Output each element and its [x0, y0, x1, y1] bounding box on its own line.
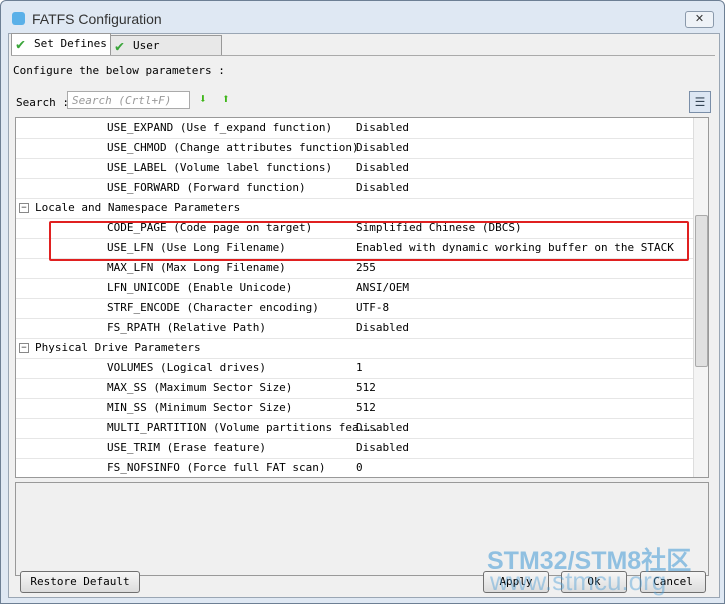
app-icon — [12, 12, 25, 25]
apply-button[interactable]: Apply — [483, 571, 549, 593]
parameter-name: VOLUMES (Logical drives) — [107, 361, 266, 374]
parameter-row[interactable]: USE_TRIM (Erase feature) Disabled — [16, 438, 694, 459]
intro-text: Configure the below parameters : — [13, 64, 225, 77]
parameter-name: USE_EXPAND (Use f_expand function) — [107, 121, 333, 134]
parameter-row[interactable]: FS_RPATH (Relative Path) Disabled — [16, 318, 694, 339]
dialog-window: FATFS Configuration ✕ ✔ Set Defines ✔ User… — [0, 0, 725, 604]
check-icon: ✔ — [16, 35, 26, 53]
list-view-button[interactable]: ☰ — [689, 91, 711, 113]
vertical-scrollbar[interactable] — [693, 118, 708, 477]
parameter-tree: USE_EXPAND (Use f_expand function) Disabl… — [15, 117, 709, 478]
parameter-name: USE_CHMOD (Change attributes function) — [107, 141, 359, 154]
group-row[interactable]: − Locale and Namespace Parameters — [16, 198, 694, 219]
parameter-name: STRF_ENCODE (Character encoding) — [107, 301, 319, 314]
parameter-name: Physical Drive Parameters — [35, 341, 201, 354]
tab-label: Set Defines — [34, 37, 107, 50]
parameter-row[interactable]: USE_CHMOD (Change attributes function) Di… — [16, 138, 694, 159]
collapse-icon[interactable]: − — [19, 343, 29, 353]
parameter-value[interactable]: 512 — [356, 398, 376, 418]
restore-default-button[interactable]: Restore Default — [20, 571, 140, 593]
arrow-down-icon[interactable]: ⬇ — [199, 92, 207, 107]
ok-button[interactable]: Ok — [561, 571, 627, 593]
collapse-icon[interactable]: − — [19, 203, 29, 213]
parameter-value[interactable]: 1 — [356, 358, 363, 378]
parameter-name: MULTI_PARTITION (Volume partitions fea..… — [107, 421, 379, 434]
parameter-value[interactable]: Disabled — [356, 318, 409, 338]
parameter-row[interactable]: STRF_ENCODE (Character encoding) UTF-8 — [16, 298, 694, 319]
parameter-row[interactable]: MAX_SS (Maximum Sector Size) 512 — [16, 378, 694, 399]
parameter-value[interactable]: 512 — [356, 378, 376, 398]
parameter-value[interactable]: Disabled — [356, 178, 409, 198]
parameter-name: USE_FORWARD (Forward function) — [107, 181, 306, 194]
parameter-row[interactable]: USE_LABEL (Volume label functions) Disabl… — [16, 158, 694, 179]
arrow-up-icon[interactable]: ⬆ — [222, 92, 230, 107]
parameter-value[interactable]: Disabled — [356, 418, 409, 438]
parameter-row[interactable]: MULTI_PARTITION (Volume partitions fea..… — [16, 418, 694, 439]
cancel-button[interactable]: Cancel — [640, 571, 706, 593]
parameter-name: LFN_UNICODE (Enable Unicode) — [107, 281, 293, 294]
parameter-row[interactable]: USE_EXPAND (Use f_expand function) Disabl… — [16, 118, 694, 139]
description-panel — [15, 482, 709, 576]
scrollbar-thumb[interactable] — [695, 215, 708, 367]
parameter-value[interactable]: ANSI/OEM — [356, 278, 409, 298]
parameter-row[interactable]: VOLUMES (Logical drives) 1 — [16, 358, 694, 379]
window-title: FATFS Configuration — [32, 11, 162, 27]
parameter-value[interactable]: UTF-8 — [356, 298, 389, 318]
parameter-value[interactable]: 0 — [356, 458, 363, 477]
parameter-row[interactable]: USE_FORWARD (Forward function) Disabled — [16, 178, 694, 199]
parameter-row[interactable]: LFN_UNICODE (Enable Unicode) ANSI/OEM — [16, 278, 694, 299]
parameter-row[interactable]: FS_NOFSINFO (Force full FAT scan) 0 — [16, 458, 694, 477]
red-highlight-box — [49, 221, 689, 261]
parameter-row[interactable]: MAX_LFN (Max Long Filename) 255 — [16, 258, 694, 279]
parameter-name: MAX_LFN (Max Long Filename) — [107, 261, 286, 274]
parameter-value[interactable]: Disabled — [356, 118, 409, 138]
check-icon: ✔ — [115, 37, 125, 55]
search-label: Search : — [16, 96, 69, 109]
parameter-value[interactable]: Disabled — [356, 138, 409, 158]
parameter-name: FS_NOFSINFO (Force full FAT scan) — [107, 461, 326, 474]
tab-set-defines[interactable]: ✔ Set Defines — [11, 33, 111, 56]
title-bar: FATFS Configuration ✕ — [1, 1, 724, 35]
parameter-name: Locale and Namespace Parameters — [35, 201, 241, 214]
parameter-name: FS_RPATH (Relative Path) — [107, 321, 266, 334]
parameter-name: USE_TRIM (Erase feature) — [107, 441, 266, 454]
parameter-value[interactable]: Disabled — [356, 158, 409, 178]
tab-panel: Configure the below parameters : Search … — [11, 55, 715, 595]
parameter-name: MIN_SS (Minimum Sector Size) — [107, 401, 293, 414]
group-row[interactable]: − Physical Drive Parameters — [16, 338, 694, 359]
client-area: ✔ Set Defines ✔User Constants Configure t… — [8, 33, 720, 598]
parameter-value[interactable]: Disabled — [356, 438, 409, 458]
parameter-value[interactable]: 255 — [356, 258, 376, 278]
parameter-name: MAX_SS (Maximum Sector Size) — [107, 381, 293, 394]
search-input[interactable]: Search (Crtl+F) — [67, 91, 190, 109]
close-button[interactable]: ✕ — [685, 11, 714, 28]
parameter-name: USE_LABEL (Volume label functions) — [107, 161, 333, 174]
parameter-row[interactable]: MIN_SS (Minimum Sector Size) 512 — [16, 398, 694, 419]
tab-user-constants[interactable]: ✔User Constants — [110, 35, 222, 72]
